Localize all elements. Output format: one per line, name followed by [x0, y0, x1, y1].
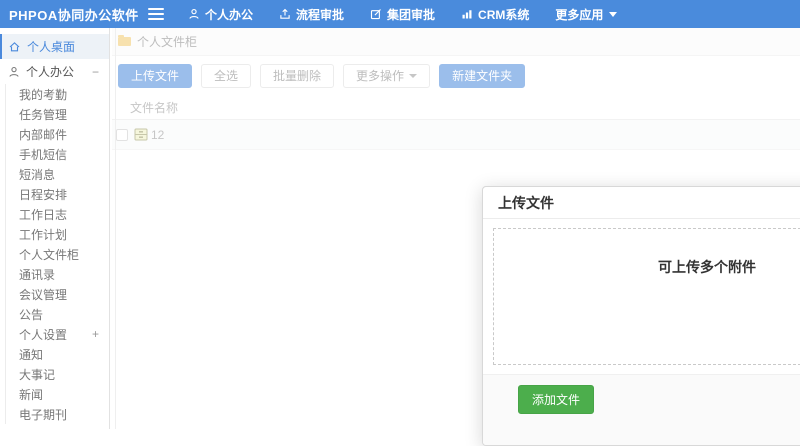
- sidebar-item-label: 通讯录: [19, 266, 55, 283]
- sidebar-item-label: 工作计划: [19, 226, 67, 243]
- dialog-body: 可上传多个附件: [483, 219, 800, 374]
- upload-dropzone[interactable]: 可上传多个附件: [493, 228, 800, 365]
- approval-icon: [279, 8, 291, 20]
- nav-crm-system[interactable]: CRM系统: [461, 6, 529, 23]
- nav-item-label: CRM系统: [478, 6, 529, 23]
- sidebar-item-label: 会议管理: [19, 286, 67, 303]
- sidebar-item-label: 日程安排: [19, 186, 67, 203]
- nav-workflow-approval[interactable]: 流程审批: [279, 6, 344, 23]
- dropzone-hint: 可上传多个附件: [658, 259, 756, 275]
- cabinet-icon: [134, 128, 148, 141]
- nav-item-label: 更多应用: [555, 6, 603, 23]
- sidebar-item-schedule[interactable]: 日程安排: [6, 184, 109, 204]
- row-checkbox[interactable]: [116, 129, 128, 141]
- sidebar-item-personal-file-cabinet[interactable]: 个人文件柜: [6, 244, 109, 264]
- dialog-footer: 添加文件: [483, 374, 800, 446]
- person-icon: [188, 8, 200, 20]
- upload-file-button[interactable]: 上传文件: [118, 64, 192, 88]
- upload-dialog: 上传文件 可上传多个附件 添加文件: [482, 186, 800, 446]
- sidebar-item-label: 个人办公: [26, 63, 74, 80]
- nav-more-apps[interactable]: 更多应用: [555, 6, 617, 23]
- sidebar-item-label: 个人桌面: [27, 38, 75, 55]
- sidebar-item-work-plan[interactable]: 工作计划: [6, 224, 109, 244]
- sidebar-item-e-journal[interactable]: 电子期刊: [6, 404, 109, 424]
- batch-delete-button[interactable]: 批量删除: [260, 64, 334, 88]
- sidebar-item-label: 大事记: [19, 366, 55, 383]
- breadcrumb-label: 个人文件柜: [137, 33, 197, 50]
- top-navbar: PHPOA协同办公软件 个人办公 流程审批 集团审批 CRM系统: [0, 0, 800, 28]
- sidebar-item-label: 新闻: [19, 386, 43, 403]
- sidebar-item-meeting-management[interactable]: 会议管理: [6, 284, 109, 304]
- sidebar-item-label: 手机短信: [19, 146, 67, 163]
- more-actions-dropdown[interactable]: 更多操作: [343, 64, 430, 88]
- user-icon: [8, 66, 20, 78]
- sidebar-item-label: 工作日志: [19, 206, 67, 223]
- sidebar: 个人桌面 个人办公 − 我的考勤 任务管理 内部邮件 手机短信 短消息 日程安排…: [0, 28, 110, 429]
- new-folder-button[interactable]: 新建文件夹: [439, 64, 525, 88]
- sidebar-scroll-track: [115, 28, 116, 429]
- sidebar-item-personal-settings[interactable]: 个人设置 +: [6, 324, 109, 344]
- sidebar-item-label: 通知: [19, 346, 43, 363]
- select-all-button[interactable]: 全选: [201, 64, 251, 88]
- app-logo: PHPOA协同办公软件: [0, 5, 140, 24]
- sidebar-item-my-attendance[interactable]: 我的考勤: [6, 84, 109, 104]
- sidebar-item-notifications[interactable]: 通知: [6, 344, 109, 364]
- sidebar-item-task-management[interactable]: 任务管理: [6, 104, 109, 124]
- more-actions-label: 更多操作: [356, 65, 404, 87]
- nav-item-label: 流程审批: [296, 6, 344, 23]
- collapse-minus-icon[interactable]: −: [92, 65, 99, 79]
- sidebar-item-mobile-sms[interactable]: 手机短信: [6, 144, 109, 164]
- dialog-title: 上传文件: [483, 187, 800, 219]
- sidebar-item-label: 任务管理: [19, 106, 67, 123]
- sidebar-item-label: 公告: [19, 306, 43, 323]
- table-header-file-name: 文件名称: [112, 96, 800, 120]
- sidebar-item-memorabilia[interactable]: 大事记: [6, 364, 109, 384]
- sidebar-item-personal-desktop[interactable]: 个人桌面: [0, 34, 109, 59]
- breadcrumb: 个人文件柜: [112, 28, 800, 56]
- sidebar-item-label: 我的考勤: [19, 86, 67, 103]
- sidebar-item-news[interactable]: 新闻: [6, 384, 109, 404]
- add-file-button[interactable]: 添加文件: [518, 385, 594, 414]
- navbar-menu: 个人办公 流程审批 集团审批 CRM系统 更多应用: [188, 6, 643, 23]
- chart-icon: [461, 8, 473, 20]
- caret-down-icon: [409, 74, 417, 78]
- toolbar: 上传文件 全选 批量删除 更多操作 新建文件夹: [112, 56, 800, 96]
- sidebar-item-label: 短消息: [19, 166, 55, 183]
- sidebar-submenu: 我的考勤 任务管理 内部邮件 手机短信 短消息 日程安排 工作日志 工作计划 个…: [5, 84, 109, 424]
- nav-item-label: 个人办公: [205, 6, 253, 23]
- home-icon: [8, 41, 21, 53]
- sidebar-item-label: 电子期刊: [19, 406, 67, 423]
- sidebar-item-contacts[interactable]: 通讯录: [6, 264, 109, 284]
- table-row[interactable]: 12: [112, 120, 800, 150]
- edit-icon: [370, 8, 382, 20]
- sidebar-item-announcement[interactable]: 公告: [6, 304, 109, 324]
- sidebar-item-label: 个人文件柜: [19, 246, 79, 263]
- sidebar-item-label: 内部邮件: [19, 126, 67, 143]
- nav-item-label: 集团审批: [387, 6, 435, 23]
- sidebar-item-short-message[interactable]: 短消息: [6, 164, 109, 184]
- folder-icon: [118, 37, 131, 46]
- sidebar-item-work-log[interactable]: 工作日志: [6, 204, 109, 224]
- nav-personal-office[interactable]: 个人办公: [188, 6, 253, 23]
- sidebar-item-label: 个人设置: [19, 326, 67, 343]
- file-name: 12: [151, 128, 164, 142]
- expand-plus-icon[interactable]: +: [92, 327, 99, 341]
- caret-down-icon: [609, 12, 617, 17]
- menu-toggle-icon[interactable]: [148, 8, 164, 20]
- nav-group-approval[interactable]: 集团审批: [370, 6, 435, 23]
- sidebar-item-personal-office[interactable]: 个人办公 −: [0, 59, 109, 84]
- sidebar-item-internal-mail[interactable]: 内部邮件: [6, 124, 109, 144]
